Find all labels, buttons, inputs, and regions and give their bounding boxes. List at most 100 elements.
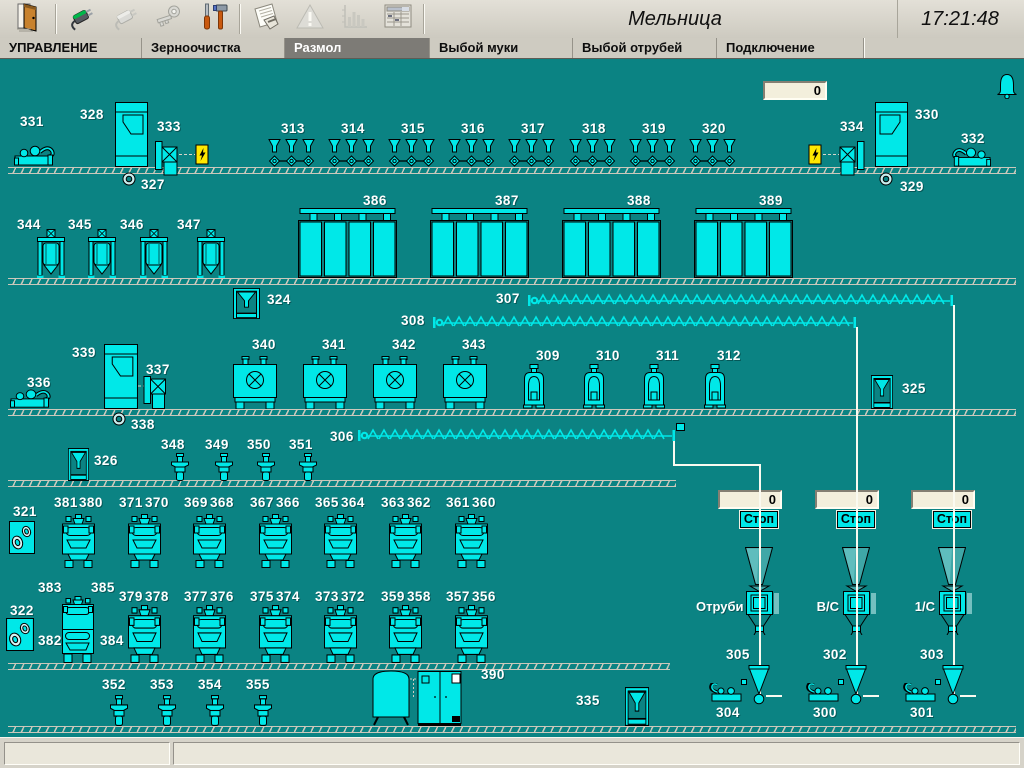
equipment-306[interactable] xyxy=(358,428,675,442)
access-key-button[interactable] xyxy=(148,3,192,36)
trends-button[interactable] xyxy=(332,3,376,36)
equipment-309[interactable] xyxy=(522,364,546,409)
equipment-mill-365-364[interactable] xyxy=(324,514,357,568)
tab-razmol[interactable]: Размол xyxy=(285,38,430,58)
equipment-339[interactable] xyxy=(104,344,138,409)
equipment-311[interactable] xyxy=(642,364,666,409)
weight-value-vs[interactable]: 0 xyxy=(815,490,879,509)
connect-button[interactable] xyxy=(60,3,104,36)
equipment-345[interactable] xyxy=(88,229,116,278)
equipment-300[interactable] xyxy=(806,683,842,702)
equipment-338[interactable] xyxy=(112,412,126,426)
tab-upravlenie[interactable]: УПРАВЛЕНИЕ xyxy=(0,38,142,58)
equipment-314[interactable] xyxy=(328,139,377,169)
equipment-315[interactable] xyxy=(388,139,437,169)
equipment-303[interactable] xyxy=(942,665,964,705)
bagging-scale-icon[interactable] xyxy=(843,585,876,635)
equipment-mill-357-356[interactable] xyxy=(455,605,488,663)
equipment-353[interactable] xyxy=(158,695,176,726)
table-button[interactable] xyxy=(376,3,420,36)
weight-value-1s[interactable]: 0 xyxy=(911,490,975,509)
tab-zernoochistka[interactable]: Зерноочистка xyxy=(142,38,285,58)
equipment-337[interactable] xyxy=(138,376,166,409)
equipment-mill-361-360[interactable] xyxy=(455,514,488,568)
equipment-347[interactable] xyxy=(197,229,225,278)
report-button[interactable] xyxy=(244,3,288,36)
equipment-334[interactable] xyxy=(808,141,865,176)
equipment-322[interactable] xyxy=(6,618,34,651)
equipment-mill-363-362[interactable] xyxy=(389,514,422,568)
equipment-388[interactable] xyxy=(562,208,661,278)
equipment-318[interactable] xyxy=(569,139,618,169)
bagging-scale-icon[interactable] xyxy=(939,585,972,635)
equipment-344[interactable] xyxy=(37,229,65,278)
equipment-302[interactable] xyxy=(845,665,867,705)
feed-funnel-icon[interactable] xyxy=(938,547,966,585)
equipment-354[interactable] xyxy=(206,695,224,726)
equipment-336[interactable] xyxy=(10,387,52,409)
equipment-329[interactable] xyxy=(879,172,893,186)
equipment-305[interactable] xyxy=(748,665,770,705)
equipment-label: 365 xyxy=(315,495,339,510)
equipment-319[interactable] xyxy=(629,139,678,169)
equipment-335[interactable] xyxy=(625,687,649,726)
equipment-352[interactable] xyxy=(110,695,128,726)
equipment-mill-379-378[interactable] xyxy=(128,605,161,663)
tab-podklyuchenie[interactable]: Подключение xyxy=(717,38,864,58)
equipment-348[interactable] xyxy=(171,453,189,481)
equipment-327[interactable] xyxy=(122,172,136,186)
equipment-mill-371-370[interactable] xyxy=(128,514,161,568)
equipment-355[interactable] xyxy=(254,695,272,726)
bagging-scale-icon[interactable] xyxy=(746,585,779,635)
tab-vyboy-muki[interactable]: Выбой муки xyxy=(430,38,573,58)
equipment-304[interactable] xyxy=(709,683,745,702)
stop-button-1s[interactable]: Стоп xyxy=(933,511,971,528)
equipment-350[interactable] xyxy=(257,453,275,481)
equipment-301[interactable] xyxy=(903,683,939,702)
alarms-button[interactable] xyxy=(288,3,332,36)
equipment-343[interactable] xyxy=(443,356,487,409)
equipment-307[interactable] xyxy=(528,293,953,307)
equipment-387[interactable] xyxy=(430,208,529,278)
equipment-330[interactable] xyxy=(875,102,908,167)
equipment-346[interactable] xyxy=(140,229,168,278)
equipment-349[interactable] xyxy=(215,453,233,481)
tab-vyboy-otrubey[interactable]: Выбой отрубей xyxy=(573,38,717,58)
equipment-331[interactable] xyxy=(14,143,56,167)
equipment-316[interactable] xyxy=(448,139,497,169)
equipment-mill-369-368[interactable] xyxy=(193,514,226,568)
equipment-332[interactable] xyxy=(951,145,991,168)
equipment-mill-381-380[interactable] xyxy=(62,514,95,568)
equipment-mill-377-376[interactable] xyxy=(193,605,226,663)
disconnect-button[interactable] xyxy=(104,3,148,36)
equipment-390[interactable] xyxy=(372,669,463,726)
alarm-bell-icon[interactable] xyxy=(995,73,1019,99)
equipment-389[interactable] xyxy=(694,208,793,278)
equipment-310[interactable] xyxy=(582,364,606,409)
equipment-351[interactable] xyxy=(299,453,317,481)
equipment-386[interactable] xyxy=(298,208,397,278)
equipment-mill-367-366[interactable] xyxy=(259,514,292,568)
equipment-317[interactable] xyxy=(508,139,557,169)
equipment-mill-375-374[interactable] xyxy=(259,605,292,663)
equipment-label: 373 xyxy=(315,589,339,604)
equipment-mill-383-385-382-384[interactable] xyxy=(62,596,94,663)
equipment-313[interactable] xyxy=(268,139,317,169)
equipment-321[interactable] xyxy=(9,521,35,554)
equipment-308[interactable] xyxy=(433,315,856,329)
equipment-mill-359-358[interactable] xyxy=(389,605,422,663)
equipment-333[interactable] xyxy=(155,141,210,176)
equipment-324[interactable] xyxy=(233,288,260,319)
exit-button[interactable] xyxy=(8,3,52,36)
equipment-328[interactable] xyxy=(115,102,148,167)
equipment-326[interactable] xyxy=(68,448,89,481)
equipment-325[interactable] xyxy=(871,375,893,409)
weight-value-otrubi[interactable]: 0 xyxy=(718,490,782,509)
equipment-312[interactable] xyxy=(703,364,727,409)
equipment-mill-373-372[interactable] xyxy=(324,605,357,663)
equipment-320[interactable] xyxy=(689,139,738,169)
equipment-342[interactable] xyxy=(373,356,417,409)
equipment-340[interactable] xyxy=(233,356,277,409)
equipment-341[interactable] xyxy=(303,356,347,409)
setup-tools-button[interactable] xyxy=(192,3,236,36)
